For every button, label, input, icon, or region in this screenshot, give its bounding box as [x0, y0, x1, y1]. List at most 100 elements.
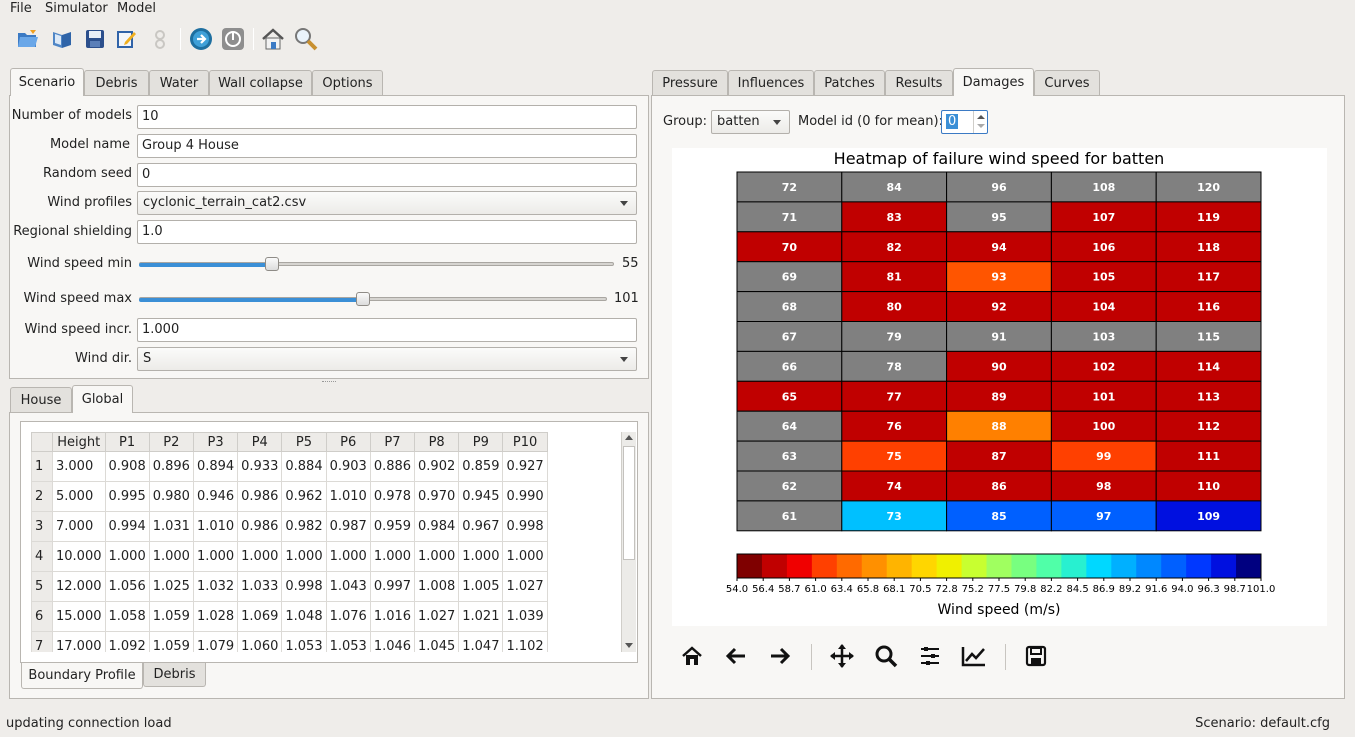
table-cell[interactable]: 1.033 — [237, 571, 283, 602]
table-cell[interactable]: 0.980 — [148, 481, 194, 512]
table-cell[interactable]: 1.053 — [281, 631, 327, 652]
num-models-field[interactable]: 10 — [137, 105, 637, 129]
tab-global[interactable]: Global — [72, 385, 133, 413]
table-cell[interactable]: 15.000 — [52, 601, 106, 632]
wind-speed-incr-field[interactable]: 1.000 — [137, 318, 637, 342]
table-cell[interactable]: 0.997 — [369, 571, 416, 602]
table-cell[interactable]: 1.000 — [281, 541, 327, 572]
row-header[interactable]: 5 — [31, 571, 53, 602]
book-icon[interactable] — [48, 25, 76, 53]
back-arrow-icon[interactable] — [721, 641, 751, 671]
row-header[interactable]: 6 — [31, 601, 53, 632]
table-cell[interactable]: 0.908 — [104, 451, 150, 482]
table-cell[interactable]: 1.043 — [325, 571, 371, 602]
table-cell[interactable]: 1.031 — [148, 511, 194, 542]
table-cell[interactable]: 0.970 — [414, 481, 460, 512]
table-cell[interactable]: 1.027 — [414, 601, 460, 632]
spin-down-icon[interactable] — [977, 124, 985, 128]
column-header[interactable]: P10 — [502, 432, 548, 452]
model-name-field[interactable]: Group 4 House — [137, 134, 637, 158]
table-cell[interactable]: 1.025 — [148, 571, 194, 602]
table-cell[interactable]: 1.000 — [325, 541, 371, 572]
tab-damages[interactable]: Damages — [953, 68, 1034, 96]
search-icon[interactable] — [292, 25, 320, 53]
table-cell[interactable]: 1.053 — [325, 631, 371, 652]
table-cell[interactable]: 1.000 — [369, 541, 416, 572]
tab-water[interactable]: Water — [149, 70, 209, 96]
spin-buttons[interactable] — [973, 111, 987, 133]
table-cell[interactable]: 1.102 — [502, 631, 548, 652]
table-cell[interactable]: 0.998 — [281, 571, 327, 602]
table-cell[interactable]: 1.008 — [414, 571, 460, 602]
column-header[interactable]: P9 — [458, 432, 504, 452]
regional-shielding-field[interactable]: 1.0 — [137, 220, 637, 244]
column-header[interactable]: P1 — [104, 432, 150, 452]
table-cell[interactable]: 1.056 — [104, 571, 150, 602]
scroll-up-icon[interactable] — [625, 435, 633, 440]
tab-results[interactable]: Results — [885, 70, 953, 96]
table-cell[interactable]: 1.000 — [237, 541, 283, 572]
table-cell[interactable]: 1.079 — [192, 631, 239, 652]
table-cell[interactable]: 0.987 — [325, 511, 371, 542]
table-cell[interactable]: 7.000 — [52, 511, 106, 542]
table-cell[interactable]: 0.959 — [369, 511, 416, 542]
table-cell[interactable]: 3.000 — [52, 451, 106, 482]
menu-model[interactable]: Model — [117, 1, 156, 16]
table-cell[interactable]: 1.060 — [237, 631, 283, 652]
group-combo[interactable]: batten — [711, 110, 790, 134]
table-cell[interactable]: 0.902 — [414, 451, 460, 482]
spin-up-icon[interactable] — [977, 115, 985, 119]
table-cell[interactable]: 0.884 — [281, 451, 327, 482]
splitter-handle[interactable] — [322, 381, 336, 383]
slider-handle[interactable] — [265, 257, 279, 271]
table-cell[interactable]: 1.027 — [502, 571, 548, 602]
tab-debris-bottom[interactable]: Debris — [143, 663, 206, 687]
table-cell[interactable]: 0.986 — [237, 511, 283, 542]
table-cell[interactable]: 0.886 — [369, 451, 416, 482]
forward-arrow-icon[interactable] — [765, 641, 795, 671]
home-icon[interactable] — [259, 25, 287, 53]
tab-curves[interactable]: Curves — [1034, 70, 1100, 96]
column-header[interactable]: P3 — [192, 432, 239, 452]
column-header[interactable]: P6 — [325, 432, 371, 452]
tab-wall-collapse[interactable]: Wall collapse — [209, 70, 312, 96]
wind-dir-combo[interactable]: S — [137, 347, 637, 371]
menu-simulator[interactable]: Simulator — [45, 1, 108, 16]
model-id-spinbox[interactable]: 0 — [941, 110, 988, 134]
tab-scenario[interactable]: Scenario — [10, 68, 84, 96]
table-cell[interactable]: 0.945 — [458, 481, 504, 512]
table-cell[interactable]: 0.982 — [281, 511, 327, 542]
zoom-icon[interactable] — [871, 641, 901, 671]
table-cell[interactable]: 1.000 — [192, 541, 239, 572]
table-cell[interactable]: 1.016 — [369, 601, 416, 632]
pan-icon[interactable] — [827, 641, 857, 671]
table-cell[interactable]: 0.978 — [369, 481, 416, 512]
column-header[interactable]: P2 — [148, 432, 194, 452]
table-cell[interactable]: 1.000 — [502, 541, 548, 572]
table-cell[interactable]: 12.000 — [52, 571, 106, 602]
column-header[interactable]: P4 — [237, 432, 283, 452]
table-cell[interactable]: 1.046 — [369, 631, 416, 652]
column-header[interactable]: P7 — [369, 432, 416, 452]
table-cell[interactable]: 1.010 — [192, 511, 239, 542]
table-cell[interactable]: 1.069 — [237, 601, 283, 632]
table-cell[interactable]: 1.048 — [281, 601, 327, 632]
table-cell[interactable]: 1.021 — [458, 601, 504, 632]
column-header[interactable]: P5 — [281, 432, 327, 452]
save-icon[interactable] — [81, 25, 109, 53]
table-cell[interactable]: 1.010 — [325, 481, 371, 512]
table-cell[interactable]: 0.927 — [502, 451, 548, 482]
table-cell[interactable]: 0.903 — [325, 451, 371, 482]
tab-boundary-profile[interactable]: Boundary Profile — [21, 663, 143, 689]
table-cell[interactable]: 5.000 — [52, 481, 106, 512]
column-header[interactable]: Height — [52, 432, 106, 452]
tab-options[interactable]: Options — [312, 70, 383, 96]
tab-patches[interactable]: Patches — [814, 70, 885, 96]
table-cell[interactable]: 1.039 — [502, 601, 548, 632]
table-cell[interactable]: 0.995 — [104, 481, 150, 512]
axes-edit-icon[interactable] — [959, 641, 989, 671]
table-cell[interactable]: 1.005 — [458, 571, 504, 602]
scroll-thumb[interactable] — [623, 446, 635, 560]
tab-influences[interactable]: Influences — [728, 70, 814, 96]
scroll-down-icon[interactable] — [625, 643, 633, 648]
